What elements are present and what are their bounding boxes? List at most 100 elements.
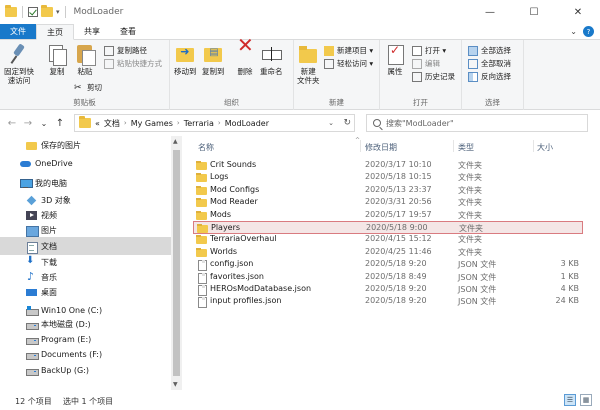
- file-row[interactable]: HEROsModDatabase.json 2020/5/18 9:20 JSON …: [193, 283, 583, 296]
- file-row[interactable]: Mod Reader 2020/3/31 20:56 文件夹: [193, 196, 583, 209]
- file-row[interactable]: config.json 2020/5/18 9:20 JSON 文件 3 KB: [193, 258, 583, 272]
- breadcrumb-modloader[interactable]: ModLoader: [225, 119, 269, 128]
- paste-button[interactable]: 粘贴: [74, 43, 96, 76]
- nav-item[interactable]: 桌面: [0, 283, 171, 301]
- back-button[interactable]: ←: [4, 118, 20, 129]
- search-input[interactable]: 搜索"ModLoader": [366, 114, 588, 132]
- file-row[interactable]: Players 2020/5/18 9:00 文件夹: [193, 221, 583, 234]
- nav-scroll-thumb[interactable]: [173, 150, 180, 376]
- up-button[interactable]: ↑: [52, 118, 68, 129]
- forward-button[interactable]: →: [20, 118, 36, 129]
- scroll-up-icon[interactable]: ▲: [173, 138, 178, 145]
- folder-icon: [196, 210, 207, 220]
- organize-group: 移动到 复制到 删除 重命名 组织: [170, 40, 294, 110]
- details-view-button[interactable]: ☰: [564, 394, 576, 406]
- nav-item[interactable]: 我的电脑: [0, 174, 171, 192]
- copy-to-button[interactable]: 复制到: [202, 43, 225, 76]
- select-all-button[interactable]: 全部选择: [468, 45, 511, 56]
- delete-button[interactable]: 删除: [234, 41, 256, 76]
- file-name: Worlds: [210, 246, 238, 256]
- address-bar[interactable]: « 文档 › My Games › Terraria › ModLoader ⌄…: [74, 114, 355, 132]
- breadcrumb-my-games[interactable]: My Games: [131, 119, 173, 128]
- file-row[interactable]: favorites.json 2020/5/18 8:49 JSON 文件 1 KB: [193, 271, 583, 284]
- address-dropdown-icon[interactable]: ⌄: [328, 119, 334, 127]
- new-folder-icon[interactable]: [41, 5, 53, 17]
- properties-button[interactable]: 属性: [384, 43, 406, 76]
- column-divider[interactable]: [360, 140, 361, 152]
- file-type: JSON 文件: [458, 297, 497, 307]
- clipboard-group: 固定到快 速访问 复制 粘贴 复制路径 粘贴快捷方式 ✂ 剪切 剪贴板: [0, 40, 170, 110]
- file-date: 2020/5/18 9:00: [366, 223, 428, 232]
- copy-button[interactable]: 复制: [46, 43, 68, 76]
- copy-path-button[interactable]: 复制路径: [104, 45, 147, 56]
- breadcrumb-overflow-icon[interactable]: «: [95, 119, 100, 128]
- help-icon[interactable]: ?: [583, 26, 594, 37]
- history-icon: [412, 71, 422, 82]
- file-name: favorites.json: [210, 271, 264, 281]
- cut-button[interactable]: ✂ 剪切: [74, 82, 102, 93]
- copy-path-label: 复制路径: [117, 46, 147, 55]
- properties-check-icon[interactable]: [28, 7, 38, 17]
- breadcrumb-separator[interactable]: ›: [218, 119, 221, 127]
- title-bar: ▾ ModLoader — ☐ ✕: [0, 0, 600, 24]
- nav-item[interactable]: BackUp (G:): [0, 361, 171, 379]
- file-row[interactable]: Worlds 2020/4/25 11:46 文件夹: [193, 246, 583, 259]
- open-group-label: 打开: [413, 98, 428, 107]
- breadcrumb-separator[interactable]: ›: [177, 119, 180, 127]
- select-none-button[interactable]: 全部取消: [468, 58, 511, 69]
- tab-share[interactable]: 共享: [74, 24, 110, 39]
- large-icons-view-button[interactable]: ▦: [580, 394, 592, 406]
- column-divider[interactable]: [533, 140, 534, 152]
- invert-selection-button[interactable]: 反向选择: [468, 71, 511, 82]
- edit-button[interactable]: 编辑: [412, 58, 440, 69]
- new-folder-button[interactable]: 新建 文件夹: [297, 43, 320, 85]
- quick-access-toolbar: ▾: [0, 5, 68, 18]
- paste-shortcut-button[interactable]: 粘贴快捷方式: [104, 58, 162, 69]
- file-date: 2020/3/17 10:10: [365, 160, 432, 169]
- file-row[interactable]: Crit Sounds 2020/3/17 10:10 文件夹: [193, 159, 583, 172]
- column-header-name[interactable]: 名称: [198, 142, 214, 153]
- refresh-icon[interactable]: ↻: [343, 118, 351, 128]
- column-header-size[interactable]: 大小: [537, 142, 553, 153]
- new-folder-icon: [297, 43, 319, 65]
- column-divider[interactable]: [453, 140, 454, 152]
- column-header-type[interactable]: 类型: [458, 142, 474, 153]
- customize-toolbar-chevron-icon[interactable]: ▾: [56, 8, 60, 16]
- tab-home[interactable]: 主页: [36, 24, 74, 40]
- breadcrumb-terraria[interactable]: Terraria: [184, 119, 214, 128]
- move-to-button[interactable]: 移动到: [174, 43, 197, 76]
- breadcrumb-documents[interactable]: 文档: [104, 118, 120, 129]
- easy-access-button[interactable]: 轻松访问 ▾: [324, 58, 373, 69]
- select-all-label: 全部选择: [481, 46, 511, 55]
- file-row[interactable]: Mods 2020/5/17 19:57 文件夹: [193, 209, 583, 222]
- nav-item[interactable]: 保存的图片: [0, 136, 171, 154]
- maximize-button[interactable]: ☐: [512, 0, 556, 24]
- open-button[interactable]: 打开 ▾: [412, 45, 446, 56]
- close-button[interactable]: ✕: [556, 0, 600, 24]
- file-size: 1 KB: [560, 271, 579, 281]
- column-header-date[interactable]: 修改日期: [365, 142, 397, 153]
- move-to-icon: [174, 43, 196, 65]
- cut-label: 剪切: [87, 83, 102, 92]
- file-row[interactable]: Logs 2020/5/18 10:15 文件夹: [193, 171, 583, 184]
- recent-locations-chevron-icon[interactable]: ⌄: [36, 119, 52, 128]
- collapse-ribbon-chevron-icon[interactable]: ⌄: [570, 27, 577, 36]
- file-row[interactable]: TerrariaOverhaul 2020/4/15 15:12 文件夹: [193, 233, 583, 246]
- pin-quick-access-button[interactable]: 固定到快 速访问: [4, 43, 34, 85]
- file-type: JSON 文件: [458, 285, 497, 294]
- properties-icon: [384, 43, 406, 65]
- tab-view[interactable]: 查看: [110, 24, 146, 39]
- open-group: 属性 打开 ▾ 编辑 历史记录 打开: [380, 40, 462, 110]
- rename-button[interactable]: 重命名: [260, 43, 283, 76]
- history-button[interactable]: 历史记录: [412, 71, 455, 82]
- folder-icon[interactable]: [5, 5, 17, 17]
- breadcrumb-separator[interactable]: ›: [124, 119, 127, 127]
- file-type: JSON 文件: [458, 272, 497, 282]
- file-row[interactable]: Mod Configs 2020/5/13 23:37 文件夹: [193, 184, 583, 197]
- nav-item[interactable]: OneDrive: [0, 154, 171, 172]
- file-row[interactable]: input profiles.json 2020/5/18 9:20 JSON 文件…: [193, 295, 583, 309]
- minimize-button[interactable]: —: [468, 0, 512, 24]
- tab-file[interactable]: 文件: [0, 24, 36, 39]
- scroll-down-icon[interactable]: ▼: [173, 381, 178, 388]
- new-item-button[interactable]: 新建项目 ▾: [324, 45, 373, 56]
